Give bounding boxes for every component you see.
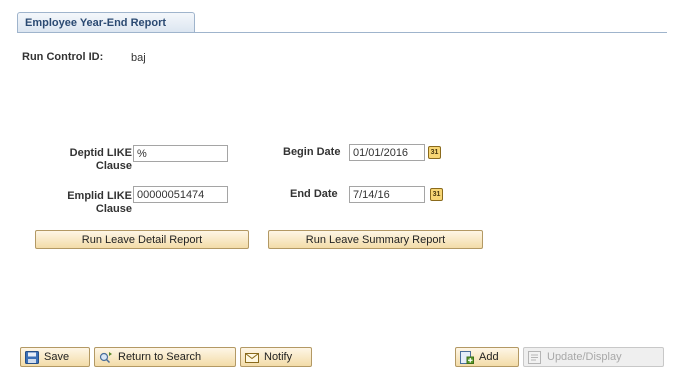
return-to-search-icon: [99, 351, 112, 363]
return-to-search-label: Return to Search: [118, 351, 202, 363]
emplid-like-clause-label: Emplid LIKE Clause: [67, 190, 132, 215]
deptid-like-clause-input[interactable]: [133, 145, 228, 162]
save-icon: [25, 350, 39, 364]
run-leave-summary-report-button[interactable]: Run Leave Summary Report: [268, 230, 483, 249]
run-leave-detail-report-button[interactable]: Run Leave Detail Report: [35, 230, 249, 249]
begin-date-label: Begin Date: [283, 146, 341, 158]
run-control-id-value: baj: [131, 52, 146, 64]
tab-divider: [17, 32, 667, 33]
update-display-button: Update/Display: [523, 347, 664, 367]
save-label: Save: [44, 351, 70, 363]
save-button[interactable]: Save: [20, 347, 90, 367]
begin-date-calendar-icon[interactable]: 31: [428, 146, 441, 159]
end-date-calendar-icon[interactable]: 31: [430, 188, 443, 201]
update-display-label: Update/Display: [547, 351, 622, 363]
add-label: Add: [479, 351, 499, 363]
run-control-id-label: Run Control ID:: [22, 51, 104, 63]
update-display-icon: [528, 350, 541, 364]
deptid-like-clause-label: Deptid LIKE Clause: [69, 147, 132, 172]
emplid-like-clause-input[interactable]: [133, 186, 228, 203]
notify-label: Notify: [264, 351, 293, 363]
begin-date-input[interactable]: [349, 144, 425, 161]
add-icon: [460, 350, 474, 364]
tab-employee-year-end-report[interactable]: Employee Year-End Report: [17, 12, 195, 32]
add-button[interactable]: Add: [455, 347, 519, 367]
end-date-input[interactable]: [349, 186, 425, 203]
envelope-icon: [245, 352, 259, 363]
return-to-search-button[interactable]: Return to Search: [94, 347, 236, 367]
notify-button[interactable]: Notify: [240, 347, 312, 367]
end-date-label: End Date: [290, 188, 338, 200]
